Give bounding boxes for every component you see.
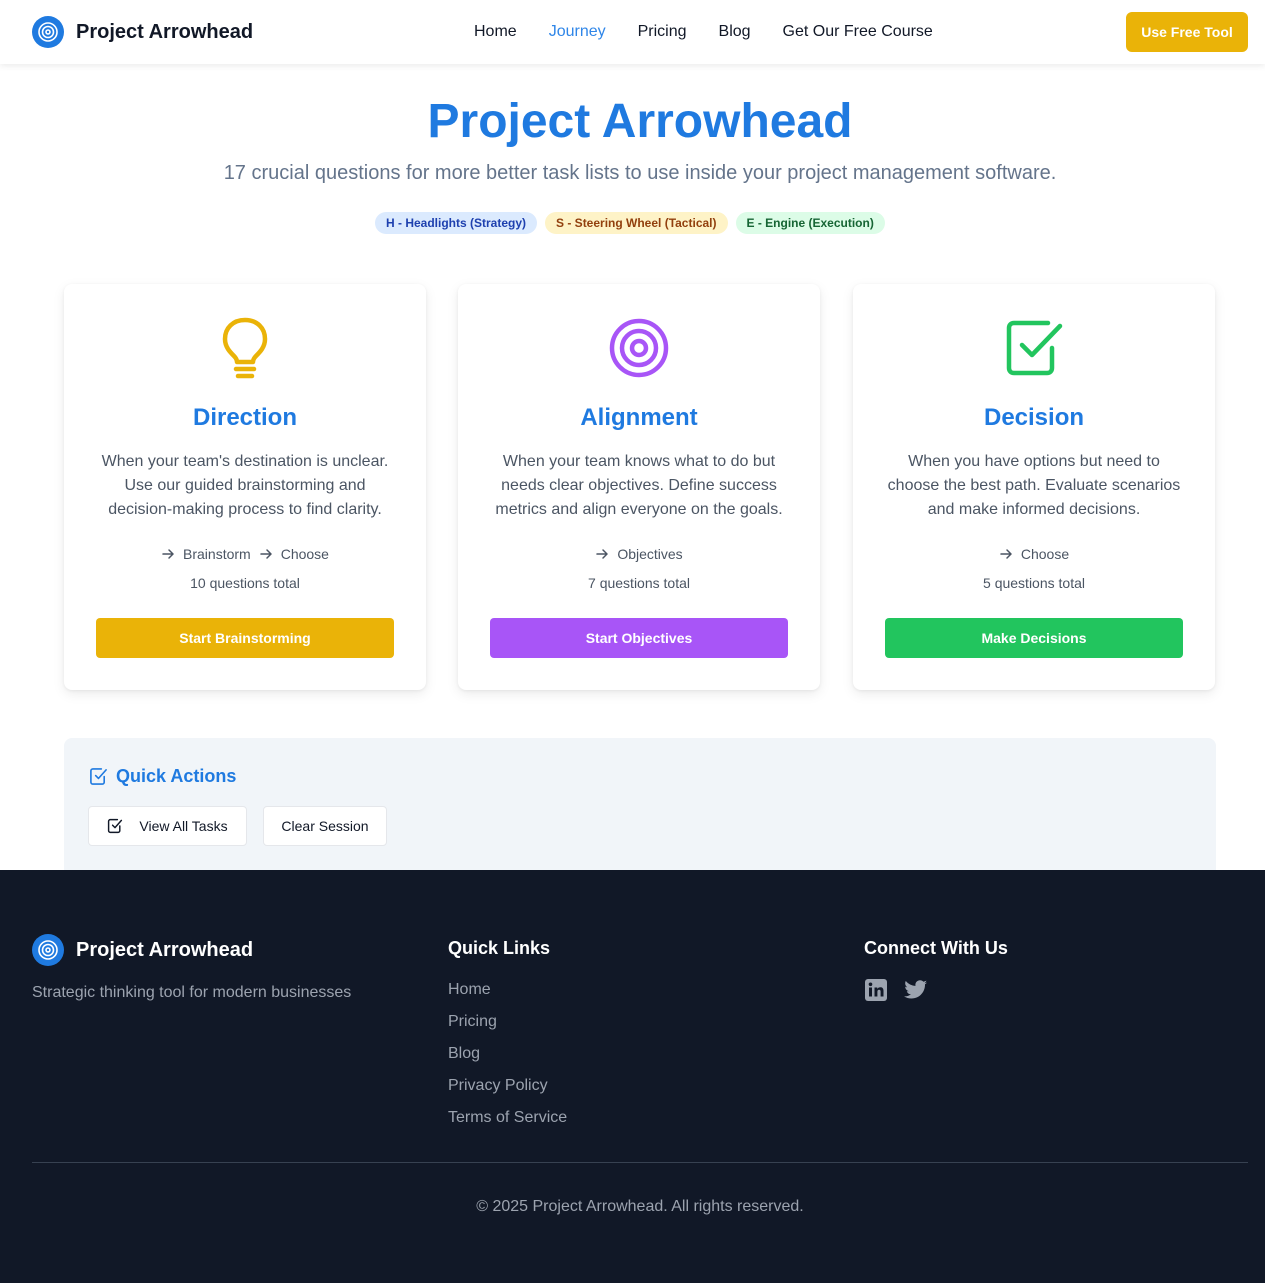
question-count: 10 questions total [190, 575, 300, 591]
footer-brand-name: Project Arrowhead [76, 938, 254, 961]
target-icon [609, 318, 669, 378]
copyright: © 2025 Project Arrowhead. All rights res… [476, 1198, 804, 1215]
card-decision: Decision When you have options but need … [853, 284, 1215, 690]
social-links [864, 978, 944, 1002]
footer-divider [32, 1162, 1248, 1163]
linkedin-icon[interactable] [864, 978, 888, 1002]
main-nav: Home Journey Pricing Blog Get Our Free C… [474, 20, 965, 44]
footer-brand: Project Arrowhead [32, 934, 253, 966]
nav-blog[interactable]: Blog [719, 20, 751, 44]
step-brainstorm: Brainstorm [161, 546, 251, 562]
quick-actions-heading: Quick Actions [89, 766, 236, 787]
make-decisions-button[interactable]: Make Decisions [885, 618, 1183, 658]
card-title: Alignment [580, 404, 698, 431]
page-subtitle: 17 crucial questions for more better tas… [223, 162, 1057, 184]
quick-links-heading: Quick Links [448, 938, 551, 958]
footer-tagline: Strategic thinking tool for modern busin… [32, 984, 352, 1001]
card-steps: Objectives [458, 546, 820, 562]
arrow-right-icon [596, 549, 609, 559]
nav-pricing[interactable]: Pricing [638, 20, 687, 44]
use-free-tool-button[interactable]: Use Free Tool [1126, 12, 1248, 52]
site-footer: Project Arrowhead Strategic thinking too… [0, 870, 1265, 1283]
target-logo-icon [32, 934, 64, 966]
start-objectives-button[interactable]: Start Objectives [490, 618, 788, 658]
quick-actions-panel: Quick Actions View All Tasks Clear Sessi… [64, 738, 1216, 878]
brand-name: Project Arrowhead [76, 20, 254, 43]
view-all-tasks-button[interactable]: View All Tasks [88, 806, 247, 846]
legend-pills: H - Headlights (Strategy) S - Steering W… [375, 212, 893, 234]
card-steps: Brainstorm Choose [64, 546, 426, 562]
step-label: Objectives [617, 546, 683, 562]
footer-link-home[interactable]: Home [448, 981, 491, 998]
pill-headlights: H - Headlights (Strategy) [375, 212, 538, 234]
footer-link-terms[interactable]: Terms of Service [448, 1109, 567, 1126]
nav-home[interactable]: Home [474, 20, 517, 44]
question-count: 7 questions total [588, 575, 690, 591]
check-square-icon [90, 768, 107, 785]
pill-engine: E - Engine (Execution) [735, 212, 885, 234]
connect-heading: Connect With Us [864, 938, 1008, 958]
view-all-tasks-label: View All Tasks [139, 818, 228, 834]
check-square-icon [1006, 320, 1063, 376]
arrow-right-icon [1000, 549, 1012, 559]
card-title: Direction [192, 404, 297, 431]
quick-actions-title: Quick Actions [116, 766, 237, 786]
footer-link-privacy[interactable]: Privacy Policy [448, 1077, 548, 1094]
brand-link[interactable]: Project Arrowhead [32, 16, 253, 48]
check-square-icon [108, 818, 123, 834]
card-direction: Direction When your team's destination i… [64, 284, 426, 690]
card-steps: Choose [853, 546, 1215, 562]
card-description: When your team knows what to do but need… [495, 453, 783, 518]
step-objectives: Objectives [595, 546, 683, 562]
nav-journey[interactable]: Journey [549, 20, 606, 44]
pill-steering-wheel: S - Steering Wheel (Tactical) [545, 212, 728, 234]
footer-link-blog[interactable]: Blog [448, 1045, 480, 1062]
card-description: When your team's destination is unclear.… [101, 453, 389, 518]
step-choose: Choose [999, 546, 1069, 562]
step-label: Choose [280, 546, 329, 562]
step-label: Brainstorm [183, 546, 251, 562]
twitter-icon[interactable] [904, 978, 928, 1002]
nav-free-course[interactable]: Get Our Free Course [783, 20, 933, 44]
clear-session-button[interactable]: Clear Session [263, 806, 387, 846]
site-header: Project Arrowhead Home Journey Pricing B… [0, 0, 1265, 64]
page-title: Project Arrowhead [427, 95, 853, 148]
target-logo-icon [32, 16, 64, 48]
card-title: Decision [983, 404, 1085, 431]
quick-links-list: Home Pricing Blog Privacy Policy Terms o… [448, 980, 567, 1140]
footer-link-pricing[interactable]: Pricing [448, 1013, 497, 1030]
arrow-right-icon [259, 549, 272, 559]
question-count: 5 questions total [983, 575, 1085, 591]
arrow-right-icon [162, 549, 174, 559]
step-label: Choose [1020, 546, 1070, 562]
card-description: When you have options but need to choose… [887, 453, 1181, 518]
lightbulb-icon [222, 317, 268, 379]
start-brainstorming-button[interactable]: Start Brainstorming [96, 618, 394, 658]
step-choose: Choose [259, 546, 329, 562]
card-alignment: Alignment When your team knows what to d… [458, 284, 820, 690]
